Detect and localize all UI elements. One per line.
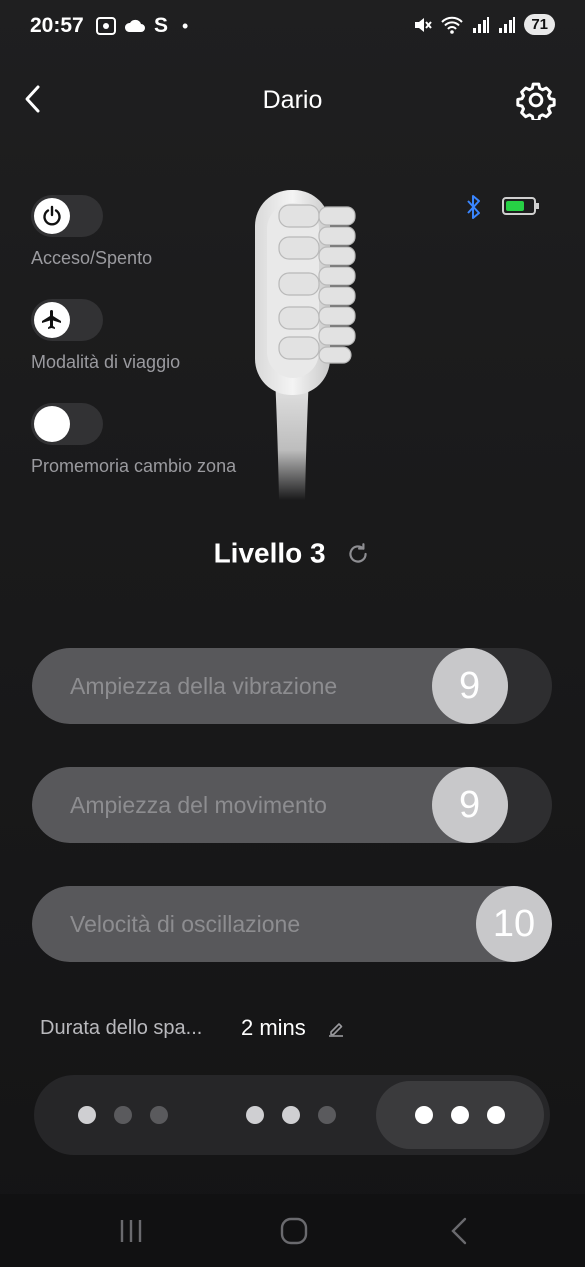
- mode-dot: [150, 1106, 168, 1124]
- mode-option-2[interactable]: [246, 1075, 336, 1155]
- travel-mode-toggle[interactable]: [31, 299, 103, 341]
- power-toggle-knob: [34, 198, 70, 234]
- movement-amplitude-slider[interactable]: Ampiezza del movimento 9: [32, 767, 552, 843]
- mode-option-3[interactable]: [415, 1075, 505, 1155]
- edit-icon[interactable]: [326, 1019, 346, 1039]
- slider-label: Ampiezza della vibrazione: [70, 673, 338, 699]
- cloud-icon: [124, 19, 145, 32]
- device-battery-icon: [502, 197, 539, 215]
- oscillation-speed-slider[interactable]: Velocità di oscillazione 10: [32, 886, 552, 962]
- level-header: Livello 3: [0, 536, 585, 570]
- mode-selector[interactable]: [34, 1075, 550, 1155]
- toothbrush-head-image: [255, 190, 356, 500]
- airplane-icon: [42, 310, 61, 329]
- zone-reminder-toggle-knob: [34, 406, 70, 442]
- mode-dot: [318, 1106, 336, 1124]
- dot-icon: •: [182, 15, 189, 36]
- mode-dot: [114, 1106, 132, 1124]
- settings-button[interactable]: [516, 80, 556, 122]
- page-title: Dario: [262, 86, 323, 114]
- bluetooth-icon: [467, 195, 480, 219]
- system-nav-bar: [0, 1194, 585, 1267]
- recent-apps-icon[interactable]: [117, 1218, 145, 1244]
- mode-dot: [78, 1106, 96, 1124]
- slider-value-knob[interactable]: 10: [476, 886, 552, 962]
- gear-icon: [516, 82, 556, 122]
- zone-reminder-toggle[interactable]: [31, 403, 103, 445]
- mode-dot: [451, 1106, 469, 1124]
- travel-mode-toggle-label: Modalità di viaggio: [31, 352, 181, 372]
- power-icon: [43, 205, 61, 226]
- mode-dot: [282, 1106, 300, 1124]
- vibration-amplitude-slider[interactable]: Ampiezza della vibrazione 9: [32, 648, 552, 724]
- slider-value-knob[interactable]: 9: [431, 648, 508, 724]
- travel-mode-toggle-knob: [34, 302, 70, 338]
- nav-back-icon[interactable]: [446, 1216, 472, 1246]
- status-time: 20:57: [30, 14, 84, 37]
- home-icon[interactable]: [279, 1216, 309, 1246]
- slider-value-knob[interactable]: 9: [431, 767, 508, 843]
- signal-icon: [499, 16, 516, 33]
- duration-label: Durata dello spa...: [40, 1017, 203, 1039]
- mode-dot: [487, 1106, 505, 1124]
- signal-icon: [473, 16, 490, 33]
- power-toggle[interactable]: [31, 195, 103, 237]
- duration-value[interactable]: 2 mins: [241, 1015, 306, 1041]
- slider-label: Ampiezza del movimento: [70, 792, 327, 818]
- refresh-icon[interactable]: [345, 541, 371, 567]
- s-app-icon: S: [154, 14, 169, 37]
- mute-icon: [415, 17, 433, 32]
- zone-reminder-toggle-label: Promemoria cambio zona: [31, 456, 237, 476]
- status-icons-right: 71: [412, 14, 555, 35]
- power-toggle-label: Acceso/Spento: [31, 248, 153, 268]
- mode-dot: [415, 1106, 433, 1124]
- screenshot-icon: [96, 17, 116, 35]
- level-label: Livello 3: [213, 537, 326, 569]
- wifi-icon: [441, 16, 464, 34]
- mode-dot: [246, 1106, 264, 1124]
- slider-label: Velocità di oscillazione: [70, 911, 301, 937]
- mode-option-1[interactable]: [78, 1075, 168, 1155]
- battery-indicator: 71: [524, 14, 555, 35]
- status-icons-left: S •: [96, 14, 188, 38]
